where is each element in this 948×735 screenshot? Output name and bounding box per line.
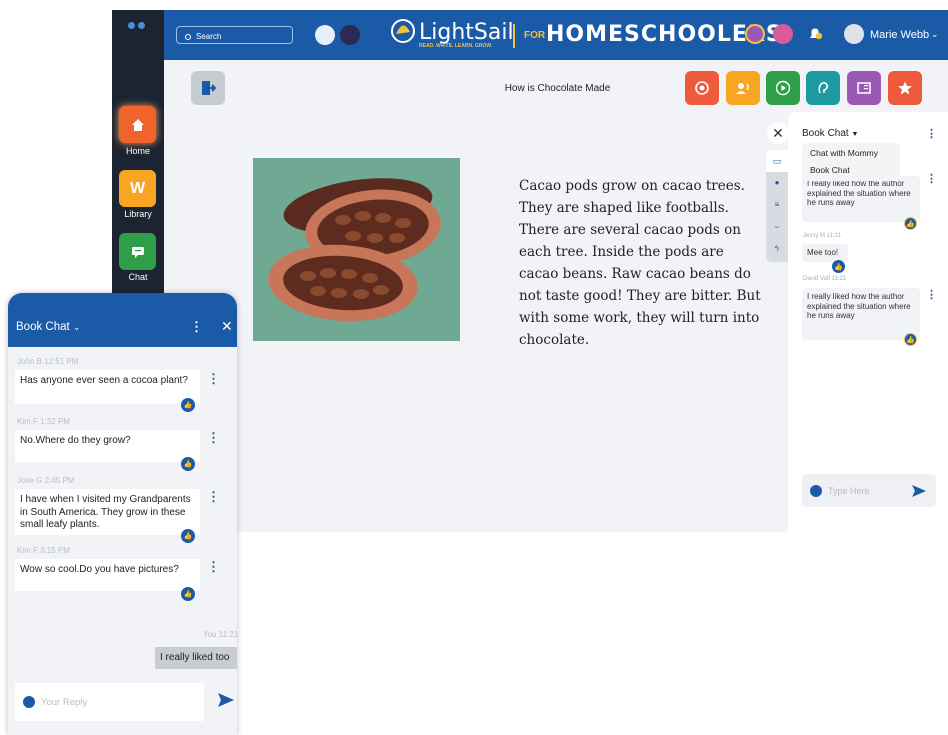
- help-tab-icon[interactable]: ●: [766, 178, 788, 187]
- cocoa-pod-illustration: [253, 158, 460, 341]
- chat-window-more-icon[interactable]: ⋮: [190, 319, 203, 335]
- send-icon[interactable]: [912, 485, 926, 497]
- play-button[interactable]: [766, 71, 800, 105]
- chat-message-meta: Jose G 2:45 PM: [17, 476, 75, 485]
- rp-message-3: I really liked how the author explained …: [802, 288, 920, 340]
- like-icon[interactable]: 👍: [181, 398, 195, 412]
- app-dots-icon: [128, 16, 148, 29]
- panel-more-icon[interactable]: ⋮: [926, 127, 937, 140]
- listen-icon: [818, 81, 828, 94]
- pencil-tool-icon[interactable]: [315, 25, 335, 45]
- target-icon: [695, 81, 709, 95]
- like-icon[interactable]: 👍: [832, 260, 845, 273]
- reading-passage: Cacao pods grow on cacao trees. They are…: [519, 178, 761, 348]
- chat-nav-label: Chat: [128, 272, 148, 282]
- rp-message-2: Mee too!: [802, 244, 848, 262]
- message-options-icon[interactable]: ⋮: [926, 172, 937, 185]
- chat-message-meta: John B 12:51 PM: [17, 357, 79, 366]
- close-icon[interactable]: ✕: [221, 318, 233, 335]
- menu-item-chat-with-mommy[interactable]: Chat with Mommy: [802, 143, 900, 160]
- stats-icon[interactable]: [773, 24, 793, 44]
- chat-message: Has anyone ever seen a cocoa plant?: [15, 370, 200, 404]
- lightsail-logo-icon: [391, 19, 415, 43]
- chevron-down-icon[interactable]: ⌄: [931, 29, 939, 40]
- exit-door-icon: [202, 81, 217, 95]
- own-message: I really liked too: [155, 647, 237, 669]
- read-aloud-icon: [736, 83, 749, 94]
- reading-badge-icon[interactable]: [745, 24, 765, 44]
- avatar[interactable]: [844, 24, 864, 44]
- rp-message-1: I really liked how the author explained …: [802, 176, 920, 222]
- message-options-icon[interactable]: ⋮: [207, 430, 220, 446]
- chat-nav-button[interactable]: [119, 233, 156, 270]
- emoji-icon[interactable]: [810, 484, 822, 497]
- library-nav-label: Library: [124, 209, 152, 219]
- menu-item-book-chat[interactable]: Book Chat: [802, 160, 900, 177]
- logo-text: LightSail: [419, 20, 514, 45]
- book-icon: [857, 82, 871, 94]
- target-button[interactable]: [685, 71, 719, 105]
- panel-side-tabs: ▭ ● ≡ ⌣ ϟ: [766, 150, 788, 262]
- message-options-icon[interactable]: ⋮: [207, 489, 220, 505]
- rp-message-3-meta: David Volf 11:21: [803, 276, 847, 282]
- notes-tab-icon[interactable]: ≡: [766, 200, 788, 209]
- message-options-icon[interactable]: ⋮: [207, 371, 220, 387]
- logo-divider: [513, 24, 515, 48]
- chat-message-meta: Kim F 3:15 PM: [17, 546, 70, 555]
- panel-input-placeholder: Type Here: [828, 485, 870, 496]
- message-options-icon[interactable]: ⋮: [926, 288, 937, 301]
- search-input[interactable]: Search: [176, 26, 293, 44]
- reply-input[interactable]: Your Reply: [15, 683, 204, 721]
- send-icon[interactable]: [218, 693, 234, 707]
- play-icon: [775, 80, 791, 96]
- home-nav-label: Home: [125, 146, 150, 156]
- listen-button[interactable]: [806, 71, 840, 105]
- chat-message-meta: Kim F 1:32 PM: [17, 417, 70, 426]
- reply-placeholder: Your Reply: [41, 696, 88, 708]
- chat-message: No.Where do they grow?: [15, 430, 200, 462]
- book-button[interactable]: [847, 71, 881, 105]
- read-aloud-button[interactable]: [726, 71, 760, 105]
- chat-tab-icon[interactable]: ▭: [766, 150, 788, 172]
- bolt-tab-icon[interactable]: ϟ: [766, 244, 788, 253]
- emoji-icon[interactable]: [23, 696, 35, 708]
- caret-down-icon: ▼: [851, 131, 859, 138]
- search-icon: [185, 33, 191, 40]
- chat-window-title[interactable]: Book Chat ⌄: [16, 321, 80, 333]
- like-icon[interactable]: 👍: [181, 529, 195, 543]
- settings-sliders-icon[interactable]: [340, 25, 360, 45]
- library-nav-button[interactable]: W: [119, 170, 156, 207]
- book-title: How is Chocolate Made: [504, 83, 611, 94]
- library-icon: W: [129, 179, 146, 197]
- close-panel-icon[interactable]: ✕: [767, 122, 789, 144]
- user-name[interactable]: Marie Webb: [870, 29, 929, 41]
- for-label: FOR: [524, 30, 546, 41]
- like-icon[interactable]: 👍: [904, 333, 917, 346]
- like-icon[interactable]: 👍: [181, 587, 195, 601]
- like-icon[interactable]: 👍: [904, 217, 917, 230]
- message-options-icon[interactable]: ⋮: [207, 559, 220, 575]
- chat-message: Wow so cool.Do you have pictures?: [15, 559, 200, 591]
- search-label: Search: [196, 32, 222, 41]
- link-tab-icon[interactable]: ⌣: [766, 222, 788, 232]
- star-icon: [898, 81, 912, 95]
- chat-selector-menu: Chat with Mommy Book Chat: [802, 143, 900, 181]
- logo-tagline: READ. WRITE. LEARN. GROW.: [419, 43, 493, 49]
- own-message-meta: You 11:21: [203, 630, 239, 639]
- exit-book-button[interactable]: [191, 71, 225, 105]
- home-nav-button[interactable]: [119, 106, 156, 143]
- rp-message-2-meta: Jessy M 11:21: [803, 233, 842, 239]
- like-icon[interactable]: 👍: [181, 457, 195, 471]
- chevron-down-icon: ⌄: [72, 322, 81, 332]
- chat-message: I have when I visited my Grandparents in…: [15, 489, 200, 535]
- bell-icon[interactable]: [806, 25, 824, 43]
- chat-selector[interactable]: Book Chat ▼: [802, 128, 858, 139]
- chat-icon: [131, 246, 144, 258]
- home-icon: [131, 118, 144, 131]
- favorite-button[interactable]: [888, 71, 922, 105]
